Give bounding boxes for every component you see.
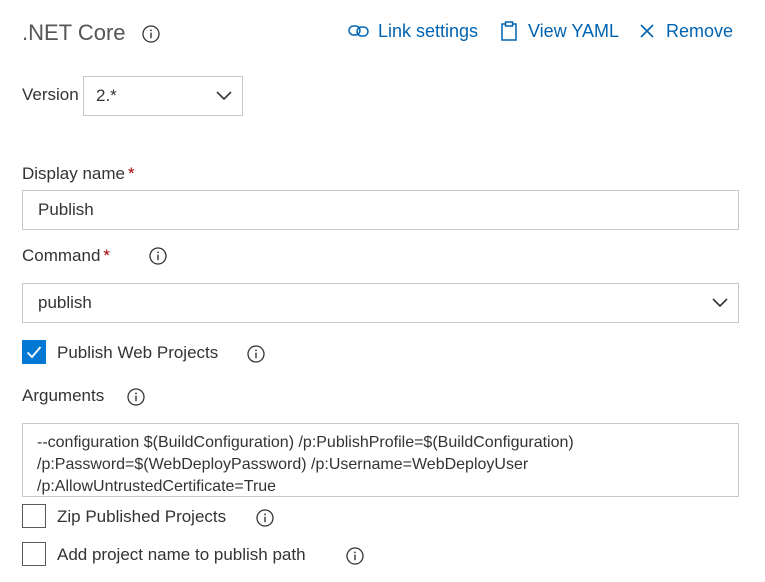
remove-button[interactable]: Remove (636, 18, 733, 44)
link-settings-label: Link settings (378, 20, 479, 41)
display-name-value: Publish (38, 200, 94, 219)
close-icon (636, 20, 658, 42)
task-title: .NET Core (22, 20, 126, 45)
arguments-label: Arguments (22, 386, 105, 405)
zip-published-projects-checkbox[interactable] (22, 504, 46, 528)
chevron-down-icon (206, 77, 242, 115)
info-icon[interactable] (247, 345, 265, 363)
link-settings-button[interactable]: Link settings (348, 18, 478, 44)
clipboard-icon (498, 20, 520, 42)
info-icon[interactable] (256, 509, 274, 527)
remove-label: Remove (666, 20, 734, 41)
command-label: Command * (22, 245, 110, 267)
command-select[interactable]: publish (22, 283, 739, 323)
arguments-textarea[interactable]: --configuration $(BuildConfiguration) /p… (22, 423, 739, 497)
info-icon[interactable] (142, 25, 160, 43)
info-icon[interactable] (149, 247, 167, 265)
publish-web-projects-label: Publish Web Projects (57, 343, 219, 362)
add-project-name-label: Add project name to publish path (57, 545, 306, 564)
display-name-input[interactable]: Publish (22, 190, 739, 230)
display-name-label: Display name * (22, 163, 135, 185)
info-icon[interactable] (346, 547, 364, 565)
view-yaml-button[interactable]: View YAML (498, 18, 619, 44)
link-icon (348, 20, 370, 42)
version-label: Version (22, 85, 79, 104)
zip-published-projects-label: Zip Published Projects (57, 507, 227, 526)
version-value: 2.* (96, 86, 117, 105)
add-project-name-checkbox[interactable] (22, 542, 46, 566)
required-marker: * (103, 246, 111, 265)
info-icon[interactable] (127, 388, 145, 406)
command-label-text: Command (22, 246, 101, 265)
command-value: publish (38, 293, 92, 312)
display-name-label-text: Display name (22, 164, 125, 183)
view-yaml-label: View YAML (528, 20, 620, 41)
checkmark-icon (26, 346, 42, 359)
required-marker: * (128, 164, 135, 183)
version-select[interactable]: 2.* (83, 76, 243, 116)
publish-web-projects-checkbox[interactable] (22, 340, 46, 364)
chevron-down-icon (702, 284, 738, 322)
